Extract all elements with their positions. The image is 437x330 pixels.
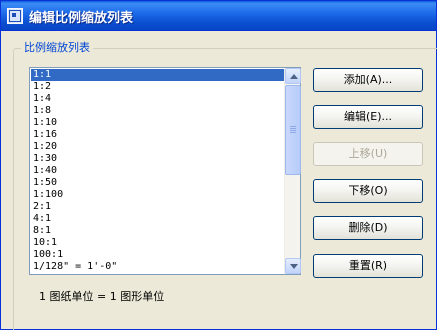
list-item[interactable]: 4:1	[31, 213, 284, 225]
add-button[interactable]: 添加(A)...	[313, 68, 423, 92]
move-down-button[interactable]: 下移(O)	[313, 179, 423, 203]
scroll-down-button[interactable]	[285, 258, 301, 274]
list-item[interactable]: 1:30	[31, 153, 284, 165]
group-title: 比例缩放列表	[21, 39, 93, 55]
list-item[interactable]: 1:1	[31, 69, 284, 81]
list-item[interactable]: 1/128" = 1'-0"	[31, 261, 284, 273]
grip-icon	[290, 126, 296, 134]
vertical-scrollbar[interactable]	[284, 68, 301, 274]
edit-button[interactable]: 编辑(E)...	[313, 105, 423, 129]
list-item[interactable]: 2:1	[31, 201, 284, 213]
chevron-up-icon	[290, 74, 298, 79]
title-bar[interactable]: 编辑比例缩放列表	[1, 1, 436, 31]
scale-list-items: 1:1 1:2 1:4 1:8 1:10 1:16 1:20 1:30 1:40 1:50 1:10…	[31, 69, 284, 273]
list-item[interactable]: 1:10	[31, 117, 284, 129]
scale-listbox[interactable]: 1:1 1:2 1:4 1:8 1:10 1:16 1:20 1:30 1:40 1:50 1:10…	[29, 67, 301, 275]
list-item[interactable]: 10:1	[31, 237, 284, 249]
list-item[interactable]: 1:2	[31, 81, 284, 93]
app-icon	[7, 8, 23, 24]
delete-button[interactable]: 删除(D)	[313, 216, 423, 240]
units-ratio-text: 1 图纸单位 = 1 图形单位	[39, 290, 165, 303]
list-item[interactable]: 1:40	[31, 165, 284, 177]
reset-button[interactable]: 重置(R)	[313, 254, 423, 278]
move-up-button[interactable]: 上移(U)	[313, 142, 423, 166]
chevron-down-icon	[290, 264, 298, 269]
list-item[interactable]: 8:1	[31, 225, 284, 237]
scroll-thumb[interactable]	[285, 85, 301, 175]
window-title: 编辑比例缩放列表	[29, 11, 134, 26]
list-item[interactable]: 1:20	[31, 141, 284, 153]
list-item[interactable]: 1:100	[31, 189, 284, 201]
list-item[interactable]: 1:4	[31, 93, 284, 105]
list-item[interactable]: 1:16	[31, 129, 284, 141]
list-item[interactable]: 1:8	[31, 105, 284, 117]
edit-scale-list-dialog: 编辑比例缩放列表 比例缩放列表 1:1 1:2 1:4 1:8 1:10 1:16 1:20…	[0, 0, 437, 330]
scroll-up-button[interactable]	[285, 68, 301, 84]
list-item[interactable]: 100:1	[31, 249, 284, 261]
list-item[interactable]: 1:50	[31, 177, 284, 189]
